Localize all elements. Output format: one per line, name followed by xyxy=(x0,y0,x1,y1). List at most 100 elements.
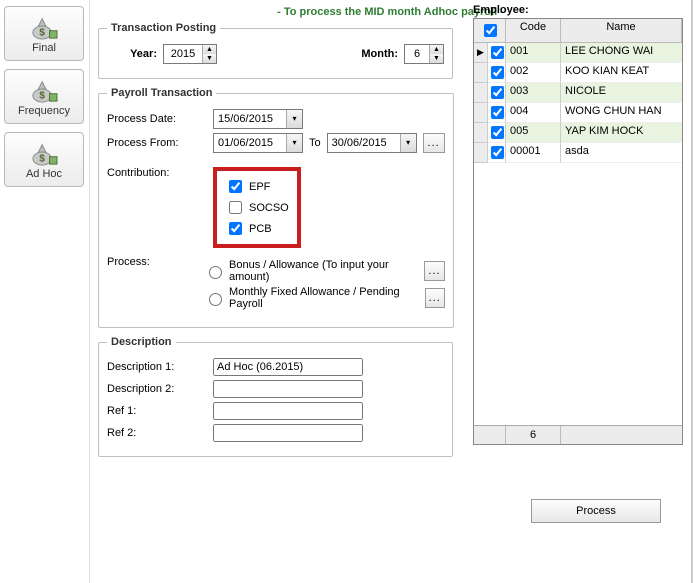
description1-field[interactable] xyxy=(213,358,363,376)
chevron-down-icon[interactable]: ▾ xyxy=(286,134,302,152)
process-from-label: Process From: xyxy=(107,137,207,149)
row-indicator xyxy=(474,123,488,143)
header-name[interactable]: Name xyxy=(561,19,682,43)
employee-grid: Code Name ▶ 001 LEE CHONG WAI 002 KOO KI xyxy=(473,18,683,445)
chevron-up-icon[interactable]: ▲ xyxy=(203,45,216,54)
ref2-label: Ref 2: xyxy=(107,427,207,439)
chevron-up-icon[interactable]: ▲ xyxy=(430,45,443,54)
month-label: Month: xyxy=(348,48,398,60)
row-code: 005 xyxy=(506,123,561,143)
table-row[interactable]: 004 WONG CHUN HAN xyxy=(474,103,682,123)
row-checkbox[interactable] xyxy=(491,126,504,139)
row-indicator-icon: ▶ xyxy=(474,43,488,63)
table-row[interactable]: 005 YAP KIM HOCK xyxy=(474,123,682,143)
employee-grid-footer: 6 xyxy=(474,425,682,444)
employee-title: Employee: xyxy=(473,4,683,16)
chevron-down-icon[interactable]: ▼ xyxy=(203,54,216,63)
table-row[interactable]: 002 KOO KIAN KEAT xyxy=(474,63,682,83)
row-code: 003 xyxy=(506,83,561,103)
year-stepper[interactable]: ▲▼ xyxy=(163,44,217,64)
socso-label: SOCSO xyxy=(249,202,289,214)
row-checkbox[interactable] xyxy=(491,66,504,79)
contribution-label: Contribution: xyxy=(107,167,207,179)
row-indicator xyxy=(474,63,488,83)
sidebar: $ Final $ Frequency $ Ad Hoc xyxy=(0,0,90,583)
year-label: Year: xyxy=(107,48,157,60)
bonus-ellipsis-button[interactable]: ... xyxy=(424,261,444,281)
table-row[interactable]: 003 NICOLE xyxy=(474,83,682,103)
row-checkbox[interactable] xyxy=(491,106,504,119)
header-check-cell[interactable] xyxy=(474,19,506,43)
socso-checkbox[interactable] xyxy=(229,201,242,214)
row-name: YAP KIM HOCK xyxy=(561,123,682,143)
legend: Description xyxy=(107,336,176,348)
row-indicator xyxy=(474,83,488,103)
ref1-field[interactable] xyxy=(213,402,363,420)
epf-checkbox[interactable] xyxy=(229,180,242,193)
sidebar-item-label: Final xyxy=(32,42,56,54)
row-name: LEE CHONG WAI xyxy=(561,43,682,63)
to-date-picker[interactable]: ▾ xyxy=(327,133,417,153)
bonus-allowance-radio[interactable] xyxy=(209,266,222,279)
date-range-ellipsis-button[interactable]: ... xyxy=(423,133,445,153)
legend: Transaction Posting xyxy=(107,22,220,34)
month-stepper[interactable]: ▲▼ xyxy=(404,44,444,64)
from-date-input[interactable] xyxy=(214,137,286,149)
monthly-fixed-radio[interactable] xyxy=(209,293,222,306)
process-date-label: Process Date: xyxy=(107,113,207,125)
year-input[interactable] xyxy=(164,45,202,63)
row-name: KOO KIAN KEAT xyxy=(561,63,682,83)
monthly-fixed-label: Monthly Fixed Allowance / Pending Payrol… xyxy=(229,286,415,310)
month-input[interactable] xyxy=(405,45,429,63)
row-indicator xyxy=(474,103,488,123)
row-code: 004 xyxy=(506,103,561,123)
epf-label: EPF xyxy=(249,181,270,193)
svg-text:$: $ xyxy=(39,90,45,101)
bonus-allowance-label: Bonus / Allowance (To input your amount) xyxy=(229,259,414,283)
select-all-checkbox[interactable] xyxy=(484,24,497,37)
from-date-picker[interactable]: ▾ xyxy=(213,133,303,153)
row-code: 002 xyxy=(506,63,561,83)
sidebar-item-label: Frequency xyxy=(18,105,70,117)
row-indicator xyxy=(474,143,488,163)
money-bag-icon: $ xyxy=(29,140,59,166)
table-row[interactable]: 00001 asda xyxy=(474,143,682,163)
description-group: Description Description 1: Description 2… xyxy=(98,336,453,457)
chevron-down-icon[interactable]: ▾ xyxy=(286,110,302,128)
svg-text:$: $ xyxy=(39,27,45,38)
description1-label: Description 1: xyxy=(107,361,207,373)
to-date-input[interactable] xyxy=(328,137,400,149)
process-date-picker[interactable]: ▾ xyxy=(213,109,303,129)
row-checkbox[interactable] xyxy=(491,86,504,99)
sidebar-final-button[interactable]: $ Final xyxy=(4,6,84,61)
pcb-checkbox[interactable] xyxy=(229,222,242,235)
header-code[interactable]: Code xyxy=(506,19,561,43)
process-button[interactable]: Process xyxy=(531,499,661,523)
sidebar-adhoc-button[interactable]: $ Ad Hoc xyxy=(4,132,84,187)
money-bag-icon: $ xyxy=(29,14,59,40)
row-name: WONG CHUN HAN xyxy=(561,103,682,123)
row-checkbox[interactable] xyxy=(491,46,504,59)
table-row[interactable]: ▶ 001 LEE CHONG WAI xyxy=(474,43,682,63)
chevron-down-icon[interactable]: ▼ xyxy=(430,54,443,63)
sidebar-item-label: Ad Hoc xyxy=(26,168,62,180)
process-label: Process: xyxy=(107,256,198,268)
description2-field[interactable] xyxy=(213,380,363,398)
process-date-input[interactable] xyxy=(214,113,286,125)
row-checkbox[interactable] xyxy=(491,146,504,159)
description2-label: Description 2: xyxy=(107,383,207,395)
pcb-label: PCB xyxy=(249,223,272,235)
sidebar-frequency-button[interactable]: $ Frequency xyxy=(4,69,84,124)
to-label: To xyxy=(309,137,321,149)
transaction-posting-group: Transaction Posting Year: ▲▼ Month: ▲▼ xyxy=(98,22,453,79)
money-bag-icon: $ xyxy=(29,77,59,103)
chevron-down-icon[interactable]: ▾ xyxy=(400,134,416,152)
legend: Payroll Transaction xyxy=(107,87,216,99)
monthly-ellipsis-button[interactable]: ... xyxy=(425,288,445,308)
employee-grid-body: ▶ 001 LEE CHONG WAI 002 KOO KIAN KEAT xyxy=(474,43,682,425)
svg-text:$: $ xyxy=(39,153,45,164)
ref2-field[interactable] xyxy=(213,424,363,442)
contribution-highlight: EPF SOCSO PCB xyxy=(213,167,301,248)
row-code: 001 xyxy=(506,43,561,63)
footer-count: 6 xyxy=(506,426,561,444)
